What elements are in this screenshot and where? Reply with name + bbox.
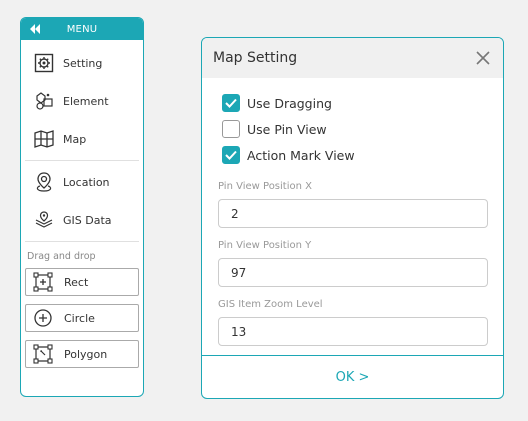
side-menu: MENU Setting Element Map Location GIS Da… [20,17,144,397]
menu-item-map[interactable]: Map [21,120,143,158]
location-pin-icon [33,171,55,193]
checkbox-label: Use Pin View [247,121,327,137]
map-icon [33,128,55,150]
menu-item-setting[interactable]: Setting [21,44,143,82]
menu-item-label: Element [63,94,109,108]
shape-polygon-button[interactable]: Polygon [25,340,139,368]
shape-label: Rect [64,275,89,289]
gear-icon [33,52,55,74]
menu-item-location[interactable]: Location [21,163,143,201]
polygon-icon [32,343,54,365]
menu-item-element[interactable]: Element [21,82,143,120]
menu-divider [25,241,139,242]
menu-item-label: Location [63,175,110,189]
close-icon[interactable] [475,50,491,66]
pin-view-y-input[interactable] [218,258,488,287]
shape-label: Circle [64,311,95,325]
pin-view-x-label: Pin View Position X [218,181,312,192]
shape-rect-button[interactable]: Rect [25,268,139,296]
menu-item-label: Map [63,132,87,146]
menu-title: MENU [66,23,98,35]
menu-divider [25,160,139,161]
use-pin-view-checkbox[interactable] [222,120,240,138]
circle-plus-icon [32,307,54,329]
gis-zoom-level-input[interactable] [218,317,488,346]
shape-circle-button[interactable]: Circle [25,304,139,332]
element-icon [33,90,55,112]
dialog-title: Map Setting [213,50,298,66]
use-dragging-checkbox[interactable] [222,94,240,112]
action-mark-view-checkbox[interactable] [222,146,240,164]
menu-item-label: GIS Data [63,213,112,227]
use-pin-view-row: Use Pin View [218,116,489,142]
menu-item-label: Setting [63,56,103,70]
gis-zoom-level-label: GIS Item Zoom Level [218,299,323,310]
drag-and-drop-label: Drag and drop [27,251,96,262]
pin-view-y-label: Pin View Position Y [218,240,312,251]
shape-label: Polygon [64,347,108,361]
layers-icon [33,209,55,231]
menu-item-gis-data[interactable]: GIS Data [21,201,143,239]
double-chevron-left-icon[interactable] [27,21,43,37]
menu-header: MENU [21,18,143,40]
pin-view-x-input[interactable] [218,199,488,228]
action-mark-view-row: Action Mark View [218,142,489,168]
rect-icon [32,271,54,293]
dialog-body: Use Dragging Use Pin View Action Mark Vi… [202,78,503,356]
ok-button[interactable]: OK > [336,370,370,385]
checkbox-label: Use Dragging [247,95,332,111]
use-dragging-row: Use Dragging [218,90,489,116]
dialog-header: Map Setting [202,38,503,78]
map-setting-dialog: Map Setting Use Dragging Use Pin View Ac… [201,37,504,399]
dialog-footer: OK > [202,355,503,398]
checkbox-label: Action Mark View [247,147,355,163]
